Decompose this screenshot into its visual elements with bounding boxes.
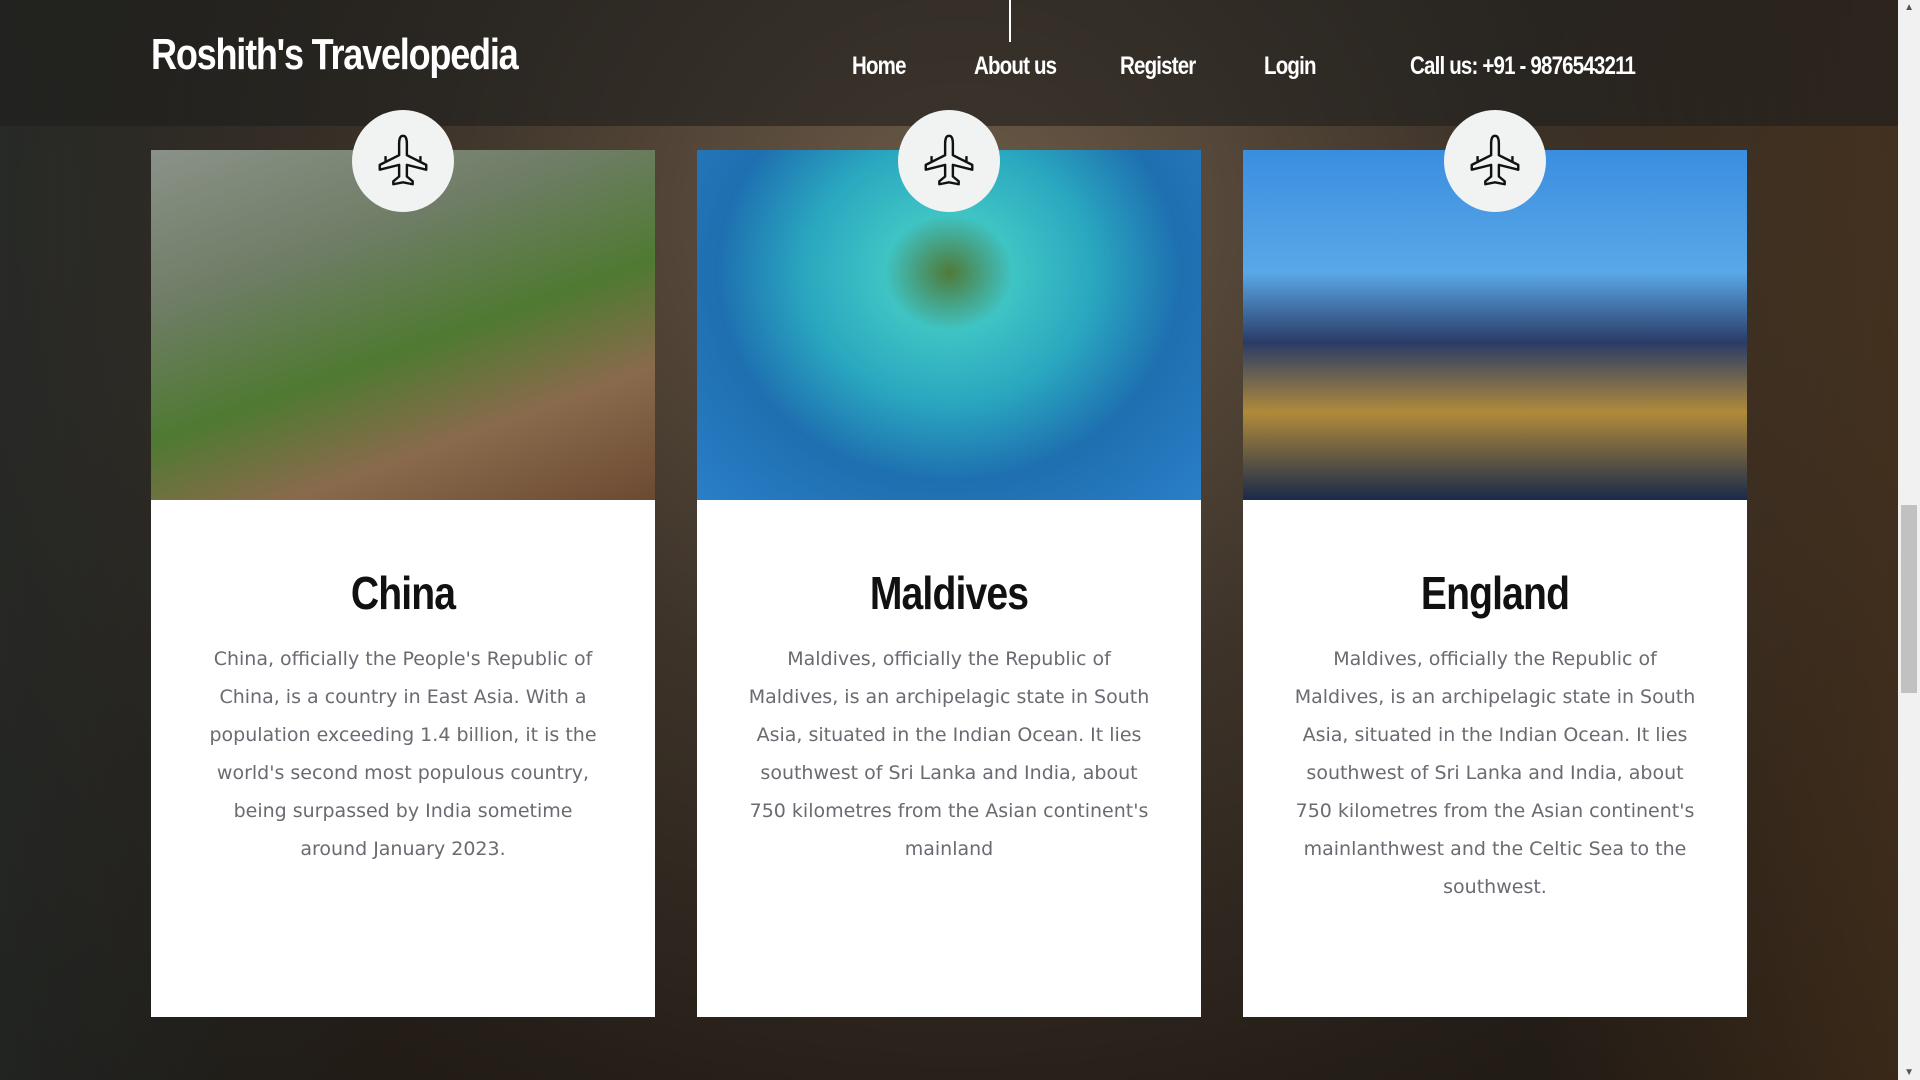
phone-number: Call us: +91 - 9876543211 — [1410, 52, 1636, 80]
scrollbar[interactable]: ▲ ▼ — [1898, 0, 1920, 1080]
card-title: England — [1420, 567, 1570, 619]
site-logo[interactable]: Roshith's Travelopedia — [151, 30, 519, 80]
card-description: Maldives, officially the Republic of Mal… — [748, 648, 1150, 860]
nav-home[interactable]: Home — [852, 52, 907, 81]
scrollbar-thumb[interactable] — [1901, 505, 1917, 693]
destination-card-maldives[interactable]: Maldives Maldives, officially the Republ… — [697, 110, 1201, 1017]
card-description: Maldives, officially the Republic of Mal… — [1294, 648, 1696, 898]
header: Roshith's Travelopedia Home About us Reg… — [0, 0, 1898, 126]
airplane-icon — [352, 110, 454, 212]
divider — [1009, 0, 1011, 42]
card-description: China, officially the People's Republic … — [209, 648, 597, 860]
scroll-down-arrow-icon[interactable]: ▼ — [1904, 1067, 1914, 1078]
card-title: China — [350, 567, 456, 619]
nav-login[interactable]: Login — [1264, 52, 1317, 81]
destination-card-china[interactable]: China China, officially the People's Rep… — [151, 110, 655, 1017]
airplane-icon — [898, 110, 1000, 212]
card-title: Maldives — [869, 567, 1029, 619]
nav-register[interactable]: Register — [1120, 52, 1196, 81]
airplane-icon — [1444, 110, 1546, 212]
destination-card-england[interactable]: England Maldives, officially the Republi… — [1243, 110, 1747, 1017]
scroll-up-arrow-icon[interactable]: ▲ — [1904, 2, 1914, 13]
nav-about-us[interactable]: About us — [974, 52, 1057, 81]
